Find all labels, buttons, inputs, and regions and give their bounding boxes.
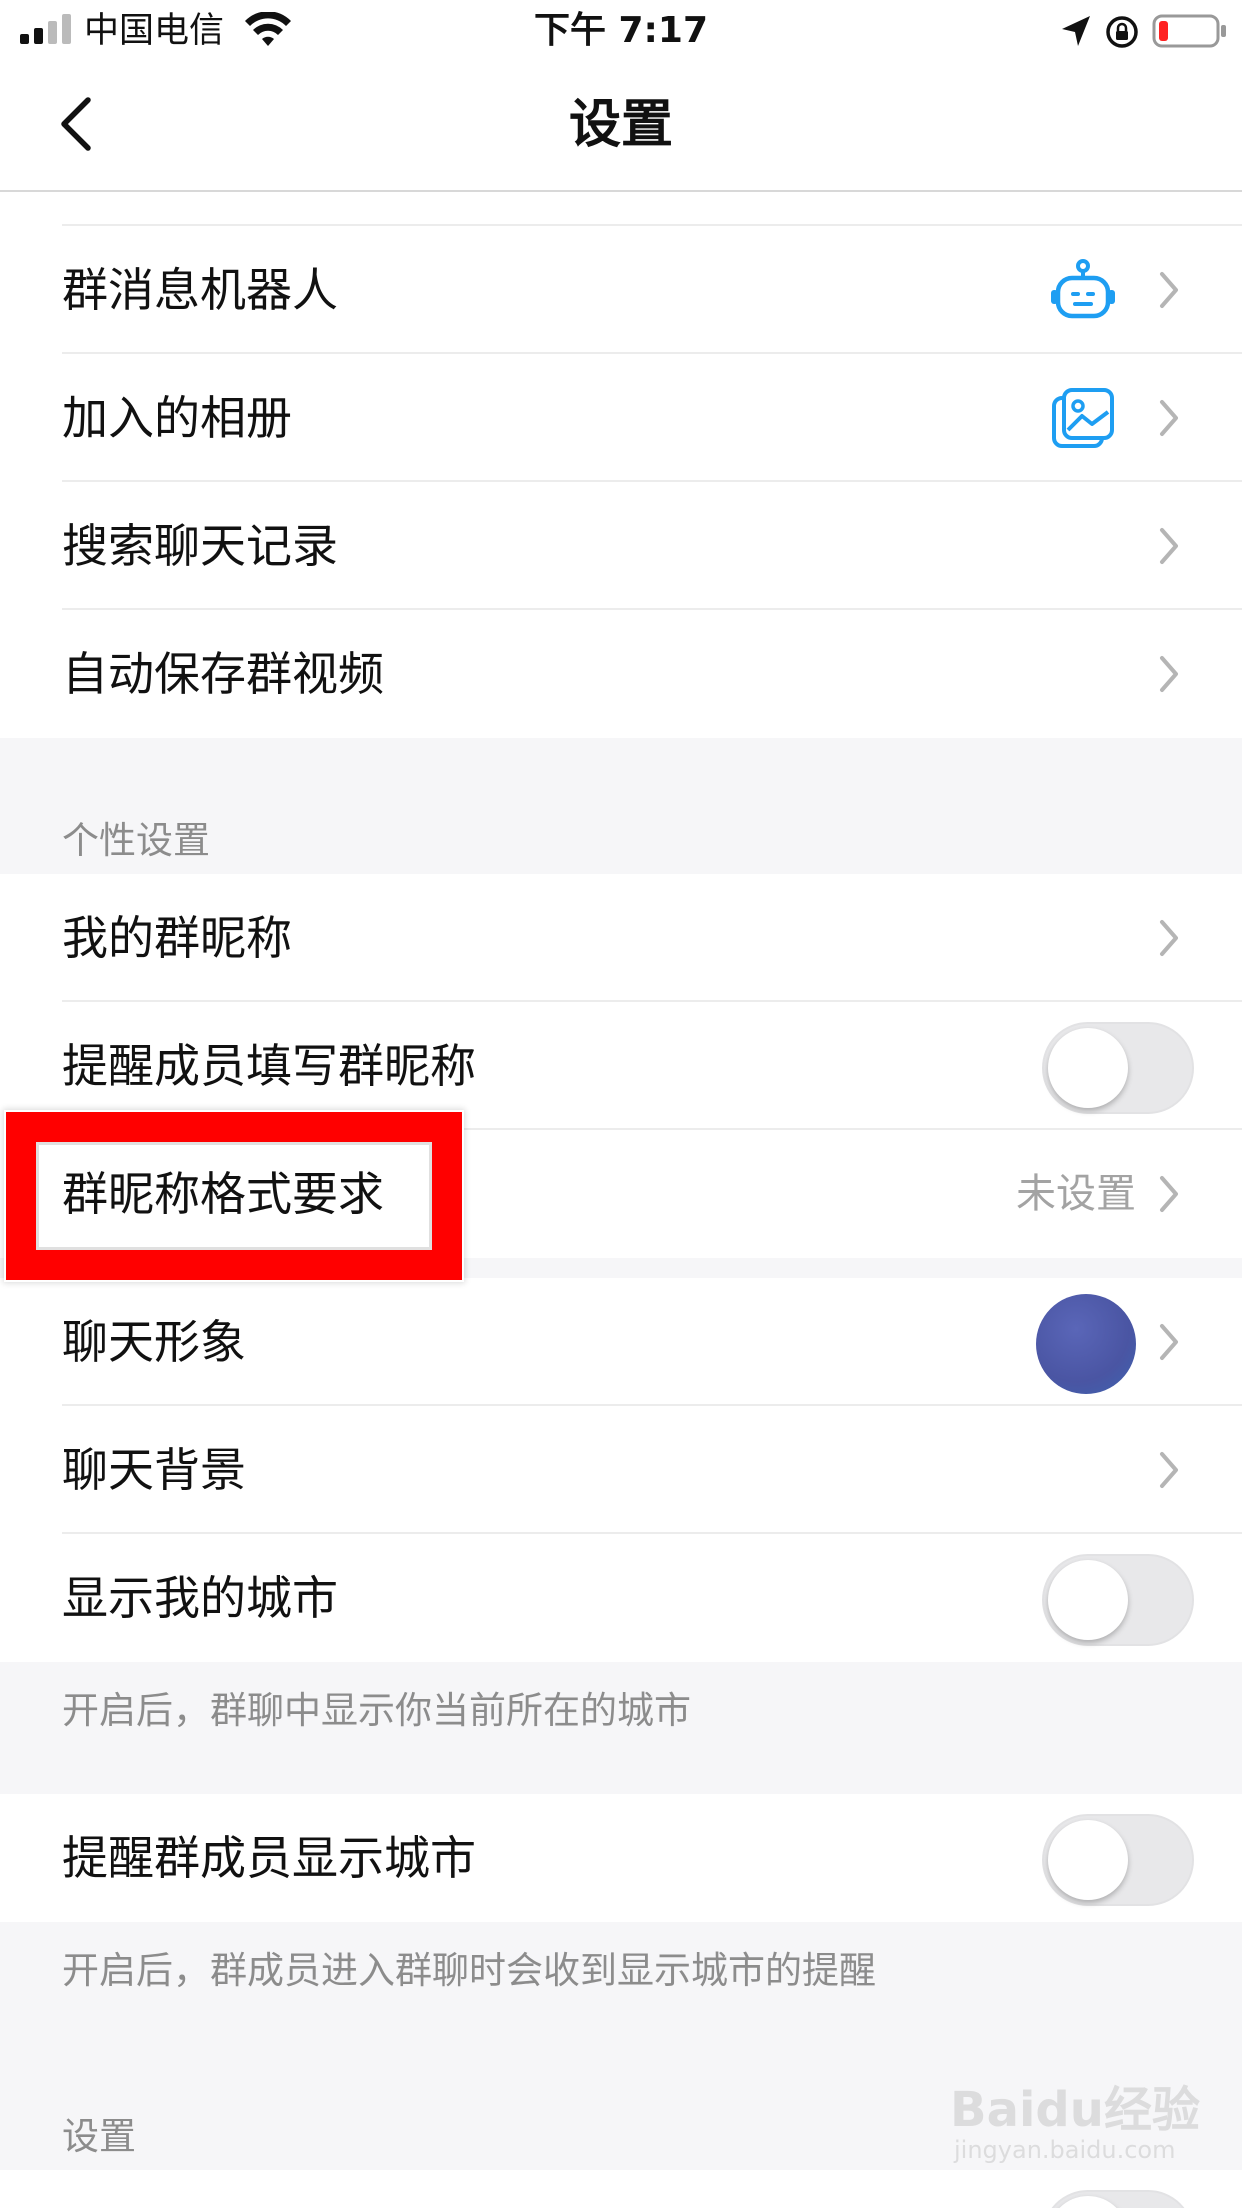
- highlight-box: [6, 1112, 462, 1280]
- chevron-right-icon: [1160, 1324, 1178, 1360]
- row-my-group-nickname[interactable]: 我的群昵称: [0, 874, 1242, 1002]
- row-chat-background[interactable]: 聊天背景: [0, 1406, 1242, 1534]
- location-arrow-icon: [1062, 16, 1090, 46]
- status-bar: 中国电信 下午 7:17: [0, 0, 1242, 62]
- nav-bar: 设置: [0, 62, 1242, 192]
- watermark: Baidu经验 jingyan.baidu.com: [950, 2070, 1210, 2180]
- row-auto-save-video[interactable]: 自动保存群视频: [0, 610, 1242, 738]
- remind-fill-nickname-toggle[interactable]: [1042, 1022, 1194, 1114]
- row-label: 加入的相册: [62, 391, 292, 445]
- chat-avatar-image: [1036, 1294, 1136, 1394]
- chevron-right-icon: [1160, 920, 1178, 956]
- highlight-inner-border: [36, 1142, 432, 1250]
- section-title: 个性设置: [62, 819, 210, 862]
- row-group-album[interactable]: 加入的相册: [0, 354, 1242, 482]
- chevron-right-icon: [1160, 656, 1178, 692]
- row-remind-show-city: 提醒群成员显示城市: [0, 1794, 1242, 1922]
- robot-icon: [1051, 259, 1115, 319]
- row-remind-fill-nickname: 提醒成员填写群昵称: [0, 1002, 1242, 1130]
- watermark-logo: Baidu经验: [950, 2082, 1200, 2138]
- row-label: 群消息机器人: [62, 263, 338, 317]
- show-my-city-toggle[interactable]: [1042, 1554, 1194, 1646]
- row-show-my-city: 显示我的城市: [0, 1534, 1242, 1662]
- row-chat-avatar[interactable]: 聊天形象: [0, 1278, 1242, 1406]
- row-label: 聊天形象: [62, 1315, 246, 1369]
- chevron-right-icon: [1160, 528, 1178, 564]
- rotation-lock-icon: [1106, 16, 1138, 48]
- row-label: 显示我的城市: [62, 1571, 338, 1625]
- partial-row: [0, 192, 1242, 226]
- nickname-format-value: 未设置: [1016, 1171, 1136, 1217]
- album-icon: [1052, 388, 1114, 448]
- watermark-url: jingyan.baidu.com: [954, 2136, 1176, 2164]
- toggle-knob: [1048, 1028, 1128, 1108]
- clock: 下午 7:17: [533, 10, 709, 51]
- chevron-right-icon: [1160, 400, 1178, 436]
- remind-show-city-note: 开启后，群成员进入群聊时会收到显示城市的提醒: [62, 1949, 876, 1992]
- chevron-right-icon: [1160, 272, 1178, 308]
- row-label: 提醒成员填写群昵称: [62, 1039, 476, 1093]
- chevron-right-icon: [1160, 1452, 1178, 1488]
- toggle-knob: [1048, 1820, 1128, 1900]
- battery-icon: [1152, 14, 1226, 48]
- page-title: 设置: [568, 95, 673, 155]
- partial-toggle[interactable]: [1042, 2190, 1194, 2208]
- remind-show-city-toggle[interactable]: [1042, 1814, 1194, 1906]
- row-label: 聊天背景: [62, 1443, 246, 1497]
- row-label: 提醒群成员显示城市: [62, 1831, 476, 1885]
- section-header-personal: 个性设置: [0, 740, 1242, 874]
- row-label: 搜索聊天记录: [62, 519, 338, 573]
- chevron-right-icon: [1160, 1176, 1178, 1212]
- row-group-robot[interactable]: 群消息机器人: [0, 226, 1242, 354]
- section-title: 设置: [62, 2115, 136, 2158]
- toggle-knob: [1048, 1560, 1128, 1640]
- row-label: 我的群昵称: [62, 911, 292, 965]
- toggle-knob: [1048, 2196, 1128, 2208]
- show-my-city-note: 开启后，群聊中显示你当前所在的城市: [62, 1689, 691, 1732]
- row-label: 自动保存群视频: [62, 647, 384, 701]
- row-search-chat-history[interactable]: 搜索聊天记录: [0, 482, 1242, 610]
